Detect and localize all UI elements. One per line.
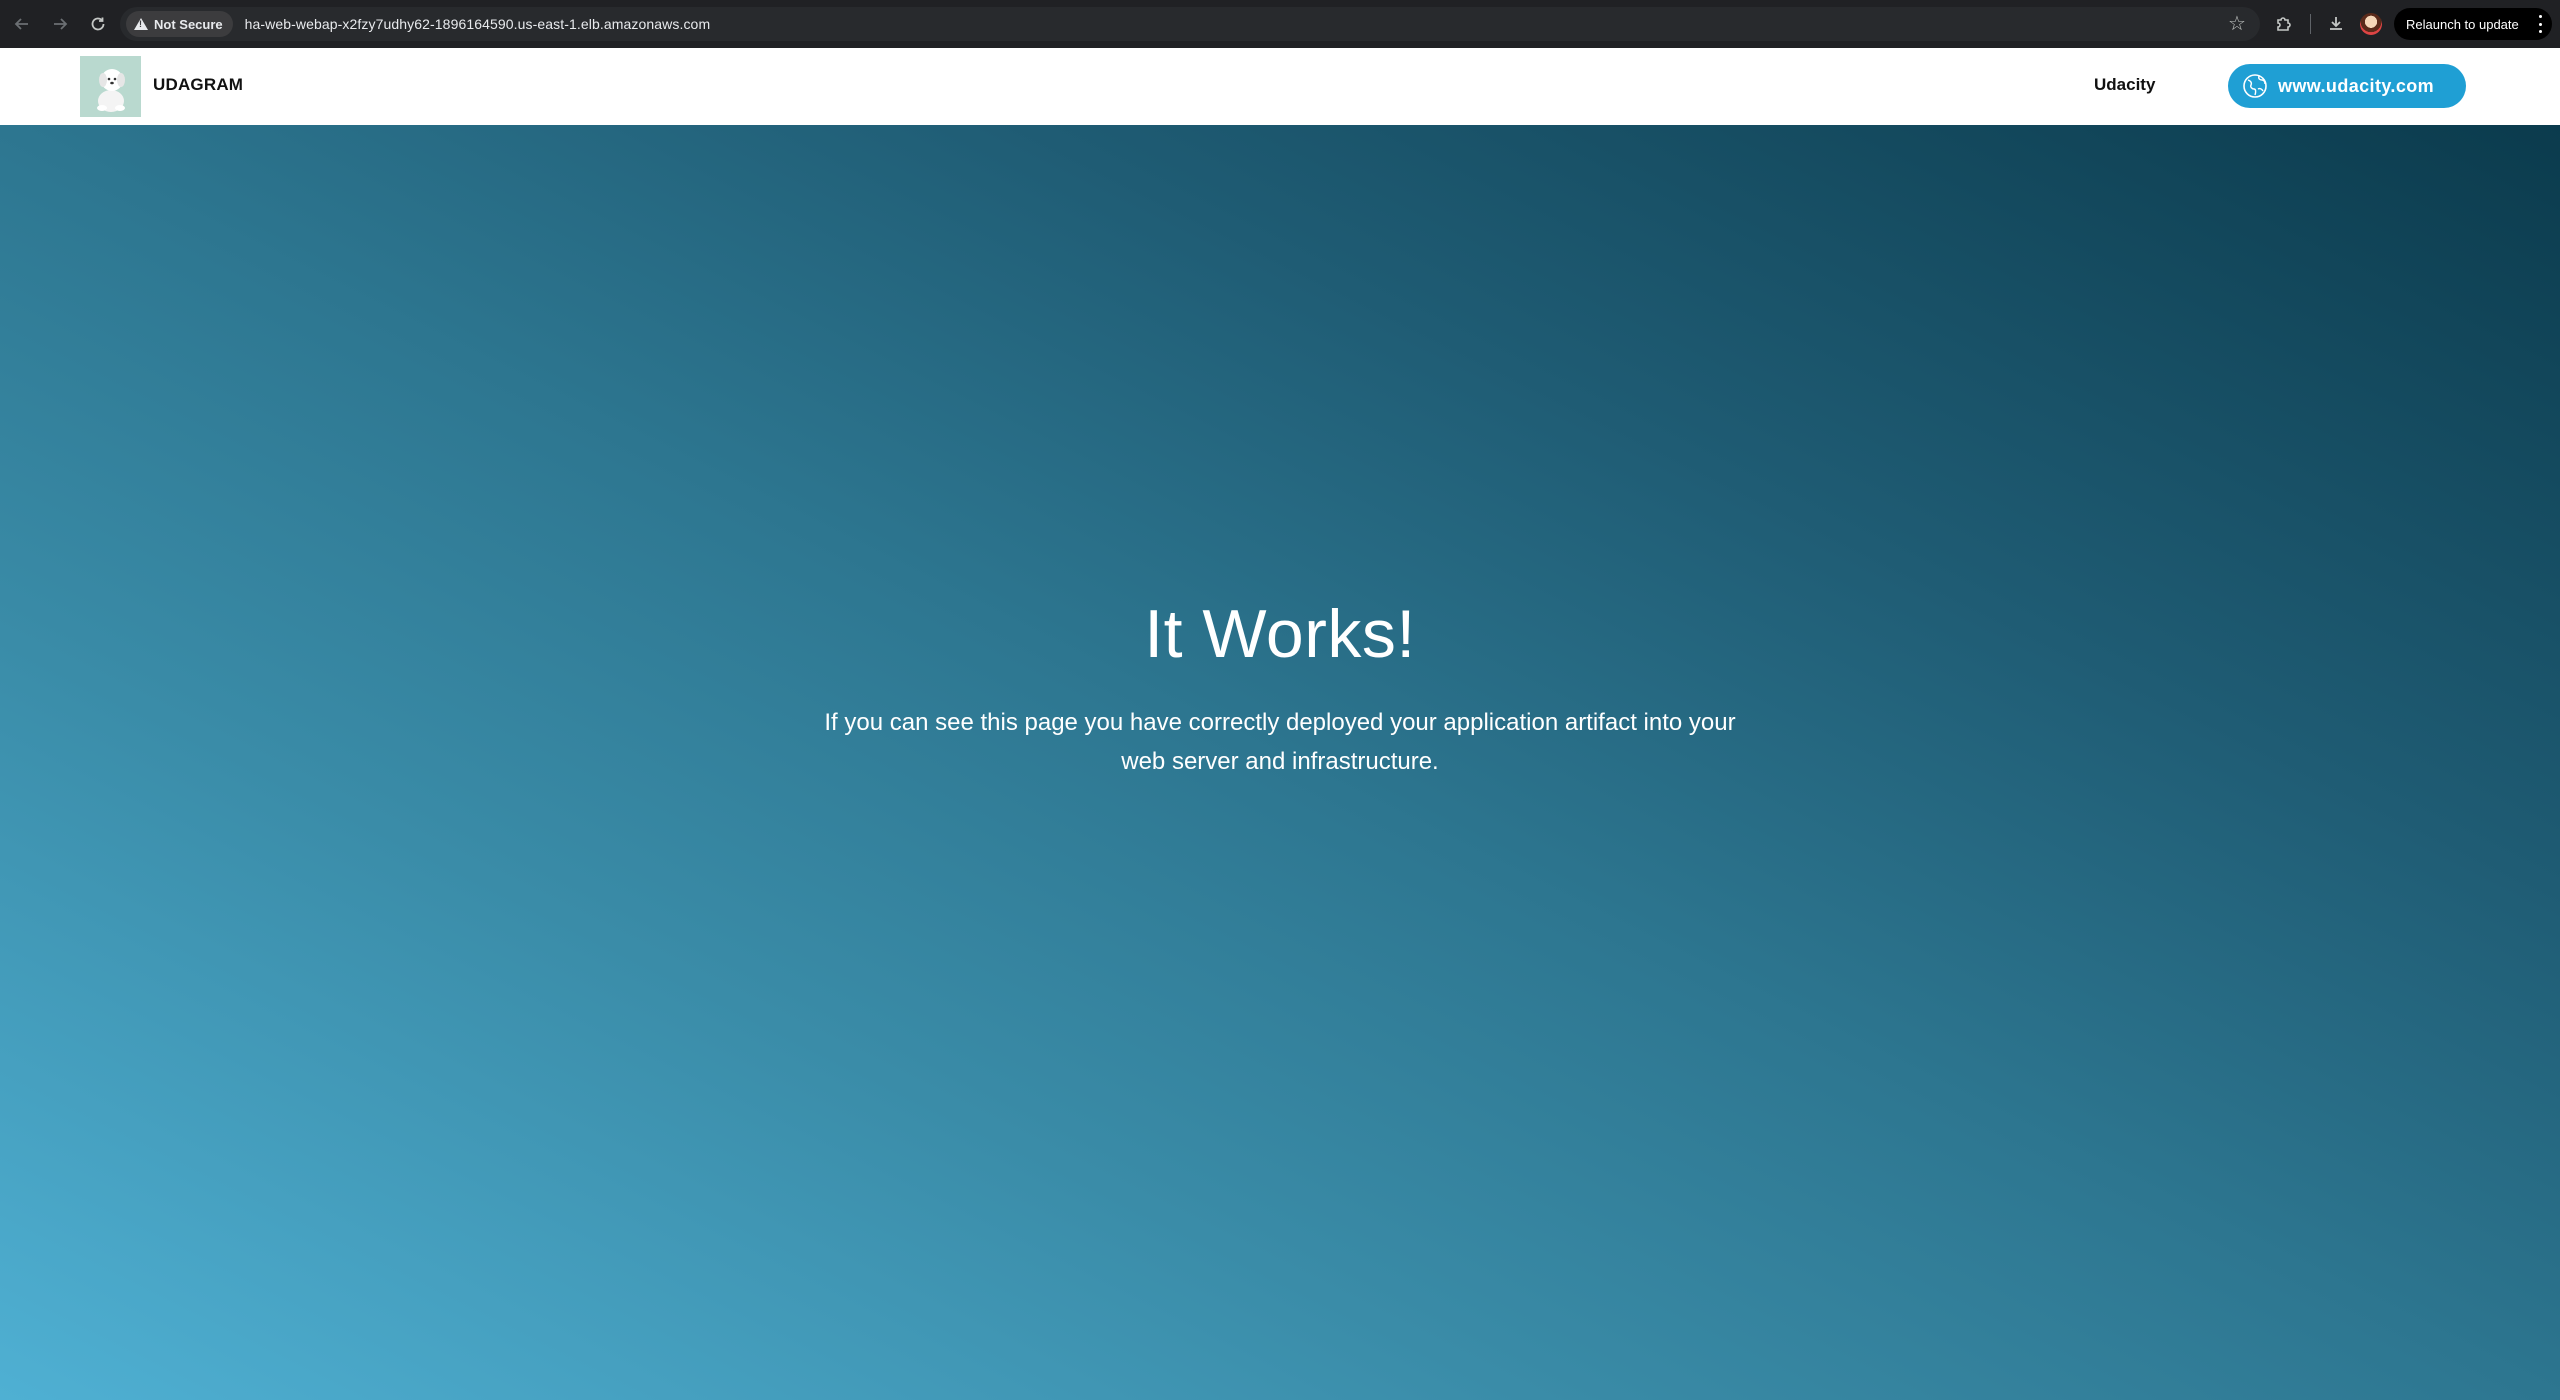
security-label: Not Secure (154, 16, 223, 32)
hero-section: It Works! If you can see this page you h… (0, 125, 2560, 1400)
back-button[interactable] (4, 6, 40, 42)
address-bar[interactable]: Not Secure ha-web-webap-x2fzy7udhy62-189… (120, 7, 2260, 41)
warning-icon (134, 18, 148, 30)
browser-toolbar: Not Secure ha-web-webap-x2fzy7udhy62-189… (0, 0, 2560, 48)
hero-title: It Works! (1144, 596, 1416, 672)
reload-icon (91, 17, 105, 31)
extensions-button[interactable] (2270, 10, 2298, 38)
puzzle-icon (2277, 17, 2291, 31)
site-header: UDAGRAM Udacity www.udacity.com (0, 48, 2560, 125)
udacity-website-button[interactable]: www.udacity.com (2228, 64, 2466, 108)
hero-content: It Works! If you can see this page you h… (0, 595, 2560, 781)
download-icon (2330, 17, 2342, 30)
cta-label: www.udacity.com (2278, 75, 2435, 96)
forward-button[interactable] (42, 6, 78, 42)
kebab-icon (2538, 15, 2542, 33)
arrow-left-icon (14, 18, 28, 30)
bookmark-star-icon[interactable]: ☆ (2224, 11, 2250, 37)
dog-logo-icon (97, 69, 125, 112)
downloads-button[interactable] (2322, 10, 2350, 38)
reload-button[interactable] (80, 6, 116, 42)
security-chip[interactable]: Not Secure (126, 11, 233, 37)
hero-description: If you can see this page you have correc… (824, 709, 1736, 775)
toolbar-divider (2310, 14, 2311, 34)
udacity-link[interactable]: Udacity (2094, 75, 2155, 95)
arrow-right-icon (54, 18, 68, 30)
relaunch-button[interactable]: Relaunch to update (2394, 8, 2552, 40)
avatar[interactable] (2360, 13, 2382, 35)
brand-name: UDAGRAM (153, 75, 244, 94)
logo[interactable] (80, 56, 141, 117)
url-text[interactable]: ha-web-webap-x2fzy7udhy62-1896164590.us-… (245, 16, 711, 32)
globe-icon (2243, 74, 2267, 98)
relaunch-label: Relaunch to update (2406, 16, 2519, 32)
